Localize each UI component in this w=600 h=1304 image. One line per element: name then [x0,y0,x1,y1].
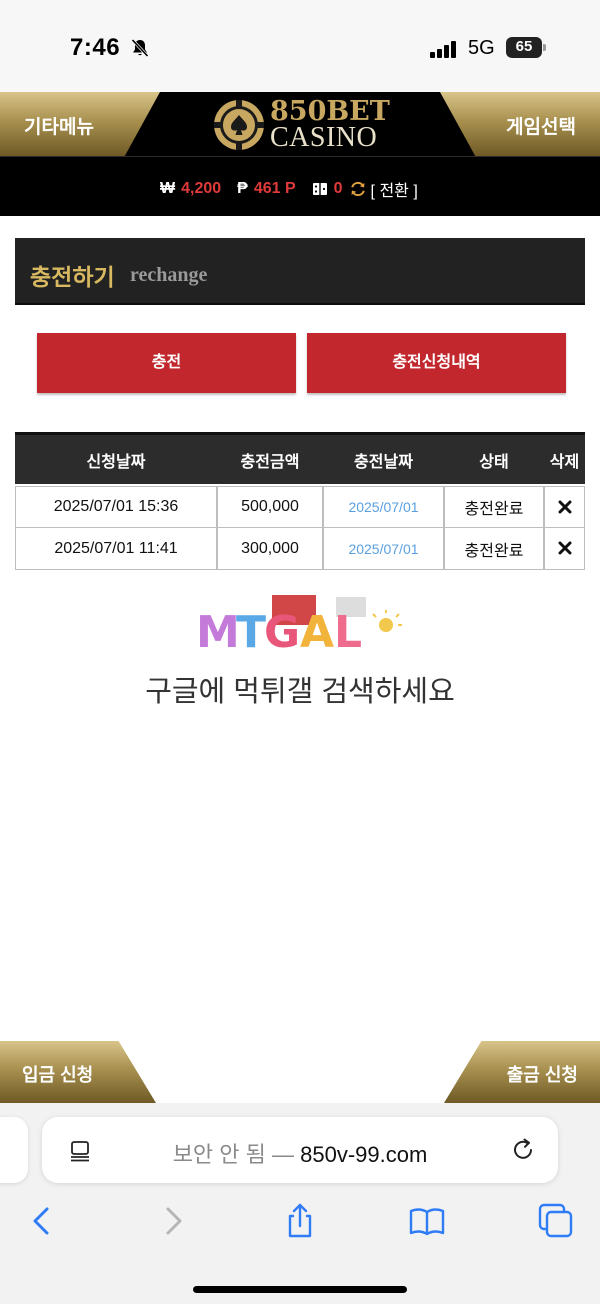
other-menu-label: 기타메뉴 [24,117,94,138]
delete-cell [544,486,585,528]
battery-icon: 65 [506,37,546,58]
request-date-cell: 2025/07/01 15:36 [15,486,217,528]
reload-icon[interactable] [510,1137,536,1163]
watermark-logo: M T G A L [196,595,402,655]
url-domain: 850v-99.com [300,1142,428,1167]
status-cell: 충전완료 [444,528,544,570]
watermark-text: 구글에 먹튀갤 검색하세요 [145,676,455,708]
svg-text:A: A [300,607,334,655]
svg-text:L: L [334,607,362,655]
book-icon [409,1208,445,1236]
point-icon: ₱ [237,180,248,197]
svg-text:G: G [264,607,300,655]
status-bar: 7:46 5G 65 [0,0,600,92]
address-bar[interactable]: 보안 안 됨 — 850v-99.com [42,1117,558,1183]
column-header: 삭제 [544,432,585,484]
page-title: 충전하기 [30,264,115,290]
battery-level: 65 [515,38,533,55]
casino-logo[interactable]: 850BET CASINO [210,96,400,153]
network-label: 5G [468,37,495,59]
bookmarks-button[interactable] [407,1201,447,1241]
browser-nav-row [0,1201,600,1245]
casino-balance: 0 [333,180,343,197]
charge-date-cell: 2025/07/01 [323,486,444,528]
casino-money-icon [312,183,327,195]
request-date-cell: 2025/07/01 11:41 [15,528,217,570]
home-indicator [193,1286,407,1293]
balance-bar: ₩ 4,200 ₱ 461 P 0 [ 전환 ] [0,156,600,216]
browser-toolbar: 보안 안 됨 — 850v-99.com [0,1103,600,1304]
column-header: 상태 [444,432,544,484]
point-balance: 461 P [253,180,296,197]
charge-history-button[interactable]: 충전신청내역 [307,333,566,393]
forward-button[interactable] [153,1201,193,1241]
switch-button[interactable]: [ 전환 ] [371,177,418,201]
bell-slash-icon [131,38,149,58]
status-time: 7:46 [70,34,121,61]
withdraw-request-label: 출금 신청 [506,1065,578,1085]
other-menu-button[interactable]: 기타메뉴 [0,92,160,156]
amount-cell: 500,000 [217,486,323,528]
delete-icon[interactable] [558,500,572,514]
signal-icon [430,41,456,58]
url-text: 보안 안 됨 — 850v-99.com [42,1137,558,1169]
back-icon [33,1207,49,1235]
page-subtitle: rechange [130,264,208,286]
previous-tab-preview[interactable] [0,1117,28,1183]
tabs-icon [538,1203,573,1238]
column-header: 신청날짜 [15,432,217,484]
share-button[interactable] [280,1201,320,1241]
refresh-icon[interactable] [349,180,367,198]
balance-info: ₩ 4,200 ₱ 461 P 0 [ 전환 ] [160,177,418,201]
table-row: 2025/07/01 11:41 300,000 2025/07/01 충전완료 [15,528,585,570]
won-balance: 4,200 [181,180,222,197]
deposit-request-button[interactable]: 입금 신청 [0,1041,156,1103]
svg-text:M: M [196,607,240,655]
column-header: 충전날짜 [323,432,444,484]
table-row: 2025/07/01 15:36 500,000 2025/07/01 충전완료 [15,486,585,528]
tabs-button[interactable] [536,1201,576,1241]
game-select-label: 게임선택 [506,117,576,138]
game-select-button[interactable]: 게임선택 [440,92,600,156]
back-button[interactable] [22,1201,62,1241]
amount-cell: 300,000 [217,528,323,570]
svg-text:T: T [236,607,266,655]
insecure-label: 보안 안 됨 — [172,1142,301,1167]
status-cell: 충전완료 [444,486,544,528]
logo-line2: CASINO [270,122,378,153]
won-icon: ₩ [160,180,176,197]
delete-cell [544,528,585,570]
column-header: 충전금액 [217,432,323,484]
withdraw-request-button[interactable]: 출금 신청 [444,1041,600,1103]
charge-button[interactable]: 충전 [37,333,296,393]
charge-history-table: 신청날짜 충전금액 충전날짜 상태 삭제 2025/07/01 15:36 50… [15,432,585,570]
delete-icon[interactable] [558,541,572,555]
casino-header: 기타메뉴 850BET CASINO 게임선택 [0,92,600,156]
deposit-request-label: 입금 신청 [22,1065,94,1085]
forward-icon [166,1207,182,1235]
charge-date-cell: 2025/07/01 [323,528,444,570]
section-title: 충전하기 rechange [15,238,585,305]
share-icon [288,1203,312,1238]
table-header-row: 신청날짜 충전금액 충전날짜 상태 삭제 [15,432,585,484]
poker-chip-icon [214,100,264,150]
